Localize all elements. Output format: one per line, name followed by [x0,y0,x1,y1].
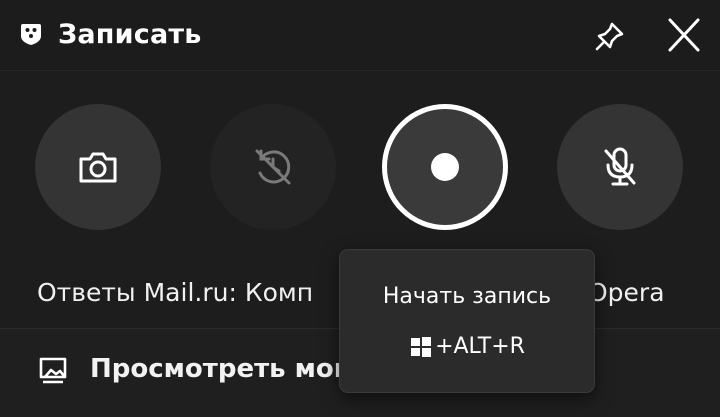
widget-title: Записать [58,19,202,50]
screenshot-button[interactable] [35,104,161,230]
record-last-button[interactable] [210,104,336,230]
record-last-icon [255,149,291,185]
pin-icon [595,22,624,51]
tooltip-shortcut: +ALT+R [340,332,594,362]
close-button[interactable] [662,16,706,56]
view-captures-link[interactable]: Просмотреть мои [90,352,352,386]
start-recording-button[interactable] [382,104,508,230]
record-dot-icon [431,153,459,181]
active-app-label: Opera [588,278,665,307]
gallery-icon [39,357,67,384]
camera-icon [79,152,117,183]
capture-widget-icon [21,24,41,45]
shortcut-keys: +ALT+R [435,334,525,359]
tooltip-title: Начать запись [382,284,552,309]
close-icon [668,18,700,52]
record-tooltip [340,250,594,392]
title-bar: Записать [0,0,720,71]
microphone-button[interactable] [557,104,683,230]
mic-off-icon [604,147,636,186]
pin-button[interactable] [590,16,630,56]
windows-logo-icon [411,337,432,357]
